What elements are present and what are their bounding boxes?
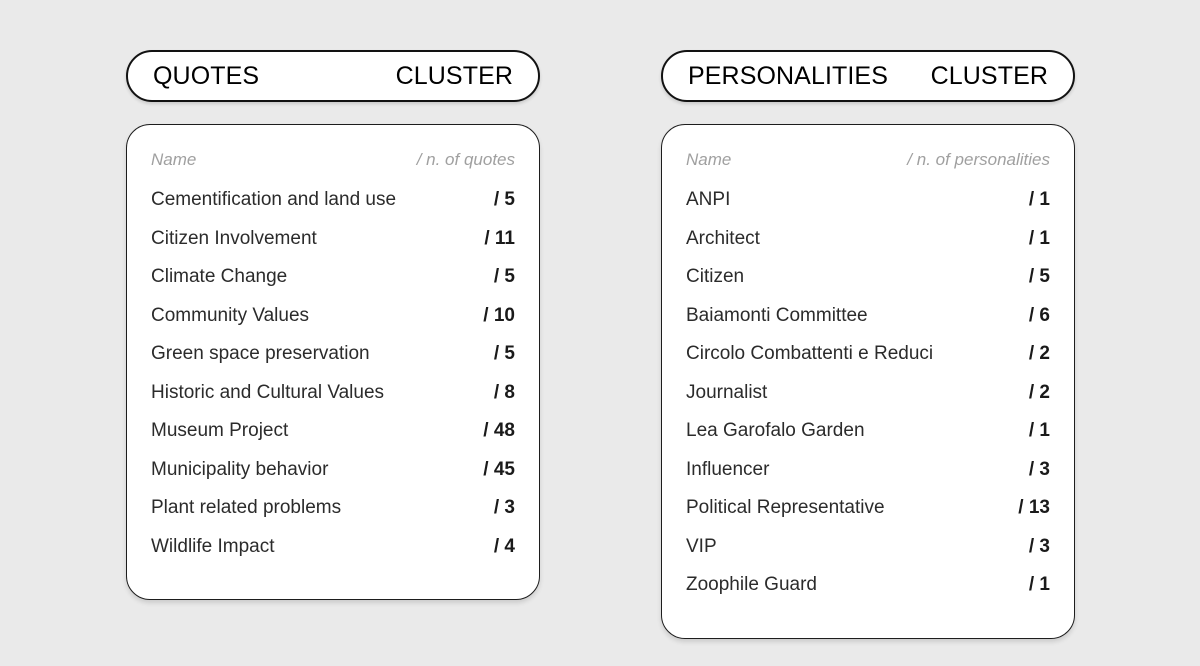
list-item[interactable]: ANPI / 1 — [686, 190, 1050, 229]
list-item-count: / 4 — [493, 535, 515, 557]
list-item-name: Zoophile Guard — [686, 574, 817, 595]
quotes-column-header-name: Name — [151, 150, 197, 169]
list-item-count: / 6 — [1028, 304, 1050, 326]
list-item-count: / 48 — [483, 420, 515, 441]
list-item[interactable]: Green space preservation / 5 — [151, 344, 515, 383]
list-item-count: / 2 — [1028, 381, 1050, 403]
quotes-cluster-list: Name / n. of quotes Cementification and … — [126, 124, 540, 600]
list-item-name: Museum Project — [151, 420, 289, 441]
list-item-name: Municipality behavior — [151, 458, 329, 480]
list-item[interactable]: Historic and Cultural Values / 8 — [151, 383, 515, 422]
list-item-name: Journalist — [686, 381, 768, 403]
list-item[interactable]: Political Representative / 13 — [686, 498, 1050, 537]
list-item[interactable]: Plant related problems / 3 — [151, 498, 515, 537]
list-item-count: / 3 — [493, 497, 515, 518]
list-item-name: Baiamonti Committee — [686, 304, 868, 326]
quotes-cluster-title: QUOTES — [153, 61, 260, 90]
list-item-name: Circolo Combattenti e Reduci — [686, 343, 934, 364]
list-item-count: / 5 — [493, 343, 515, 364]
list-item-name: Citizen Involvement — [151, 227, 317, 249]
personalities-column-headers: Name / n. of personalities — [686, 151, 1050, 190]
personalities-column-header-name: Name — [686, 150, 732, 169]
list-item[interactable]: Baiamonti Committee / 6 — [686, 306, 1050, 345]
list-item[interactable]: Community Values / 10 — [151, 306, 515, 345]
list-item[interactable]: Museum Project / 48 — [151, 421, 515, 460]
list-item-name: Wildlife Impact — [151, 535, 275, 557]
list-item-name: Historic and Cultural Values — [151, 381, 385, 403]
list-item-name: Plant related problems — [151, 497, 342, 518]
list-item[interactable]: VIP / 3 — [686, 537, 1050, 576]
list-item-count: / 10 — [483, 304, 515, 326]
list-item-name: Citizen — [686, 266, 745, 287]
list-item-count: / 5 — [1028, 266, 1050, 287]
list-item-count: / 3 — [1028, 458, 1050, 480]
cluster-overview: QUOTES CLUSTER Name / n. of quotes Cemen… — [0, 0, 1200, 666]
list-item-count: / 11 — [484, 227, 515, 249]
list-item-count: / 5 — [493, 189, 515, 210]
list-item[interactable]: Architect / 1 — [686, 229, 1050, 268]
list-item-count: / 5 — [493, 266, 515, 287]
list-item-name: Community Values — [151, 304, 310, 326]
list-item-name: ANPI — [686, 189, 731, 210]
personalities-column-header-count: / n. of personalities — [907, 150, 1050, 169]
list-item-count: / 1 — [1028, 227, 1050, 249]
list-item-name: Influencer — [686, 458, 770, 480]
personalities-cluster-header: PERSONALITIES CLUSTER — [661, 50, 1075, 102]
list-item[interactable]: Climate Change / 5 — [151, 267, 515, 306]
list-item[interactable]: Zoophile Guard / 1 — [686, 575, 1050, 614]
list-item-count: / 13 — [1018, 497, 1050, 518]
list-item[interactable]: Lea Garofalo Garden / 1 — [686, 421, 1050, 460]
personalities-cluster-title: PERSONALITIES — [688, 61, 888, 90]
list-item[interactable]: Circolo Combattenti e Reduci / 2 — [686, 344, 1050, 383]
quotes-cluster-panel: QUOTES CLUSTER Name / n. of quotes Cemen… — [126, 50, 540, 600]
list-item-count: / 1 — [1028, 420, 1050, 441]
quotes-cluster-header-suffix: CLUSTER — [395, 61, 513, 90]
quotes-cluster-header: QUOTES CLUSTER — [126, 50, 540, 102]
list-item-count: / 8 — [493, 381, 515, 403]
personalities-cluster-list: Name / n. of personalities ANPI / 1 Arch… — [661, 124, 1075, 639]
quotes-column-headers: Name / n. of quotes — [151, 151, 515, 190]
personalities-cluster-panel: PERSONALITIES CLUSTER Name / n. of perso… — [661, 50, 1075, 639]
list-item-count: / 1 — [1028, 189, 1050, 210]
list-item-name: VIP — [686, 535, 717, 557]
list-item[interactable]: Citizen Involvement / 11 — [151, 229, 515, 268]
list-item[interactable]: Citizen / 5 — [686, 267, 1050, 306]
list-item[interactable]: Municipality behavior / 45 — [151, 460, 515, 499]
list-item[interactable]: Journalist / 2 — [686, 383, 1050, 422]
list-item-count: / 2 — [1028, 343, 1050, 364]
list-item[interactable]: Wildlife Impact / 4 — [151, 537, 515, 576]
personalities-cluster-header-suffix: CLUSTER — [930, 61, 1048, 90]
list-item[interactable]: Influencer / 3 — [686, 460, 1050, 499]
list-item-name: Lea Garofalo Garden — [686, 420, 865, 441]
list-item-count: / 3 — [1028, 535, 1050, 557]
list-item[interactable]: Cementification and land use / 5 — [151, 190, 515, 229]
list-item-name: Climate Change — [151, 266, 288, 287]
list-item-name: Architect — [686, 227, 760, 249]
list-item-name: Cementification and land use — [151, 189, 397, 210]
list-item-name: Green space preservation — [151, 343, 370, 364]
list-item-count: / 45 — [483, 458, 515, 480]
list-item-name: Political Representative — [686, 497, 885, 518]
quotes-column-header-count: / n. of quotes — [416, 150, 515, 169]
list-item-count: / 1 — [1028, 574, 1050, 595]
